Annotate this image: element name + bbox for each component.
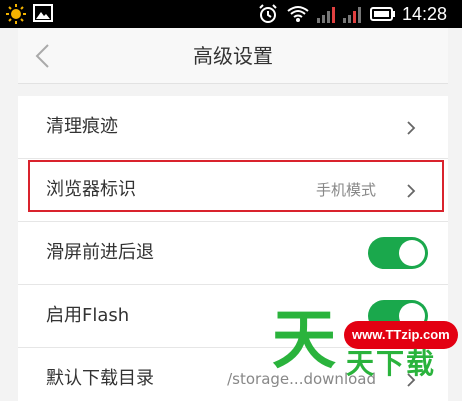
chevron-right-icon [407,121,416,135]
setting-label: 滑屏前进后退 [46,242,154,263]
signal-icon [343,7,361,23]
setting-label: 清理痕迹 [46,116,118,137]
battery-icon [370,7,395,21]
swipe-navigation-toggle[interactable] [368,237,428,269]
wifi-icon [287,6,309,22]
watermark-text: 天下载 [346,347,437,380]
app-bar: 高级设置 [18,28,448,84]
setting-label: 启用Flash [46,305,130,326]
highlight-box [28,160,444,212]
sun-icon [6,4,26,24]
page-title: 高级设置 [193,44,273,68]
watermark-big-char: 天 [272,304,336,378]
setting-label: 默认下载目录 [46,368,154,389]
status-time: 14:28 [402,4,448,24]
toggle-knob [399,240,425,266]
gallery-icon [33,4,53,22]
setting-swipe-navigation: 滑屏前进后退 [18,222,448,285]
signal-icon [317,7,335,23]
watermark-logo: 天 www.TTzip.com 天下载 [268,305,460,385]
alarm-icon [259,4,277,23]
status-bar: 14:28 [0,0,462,28]
watermark-url: www.TTzip.com [344,321,458,349]
setting-clear-history[interactable]: 清理痕迹 [18,96,448,159]
